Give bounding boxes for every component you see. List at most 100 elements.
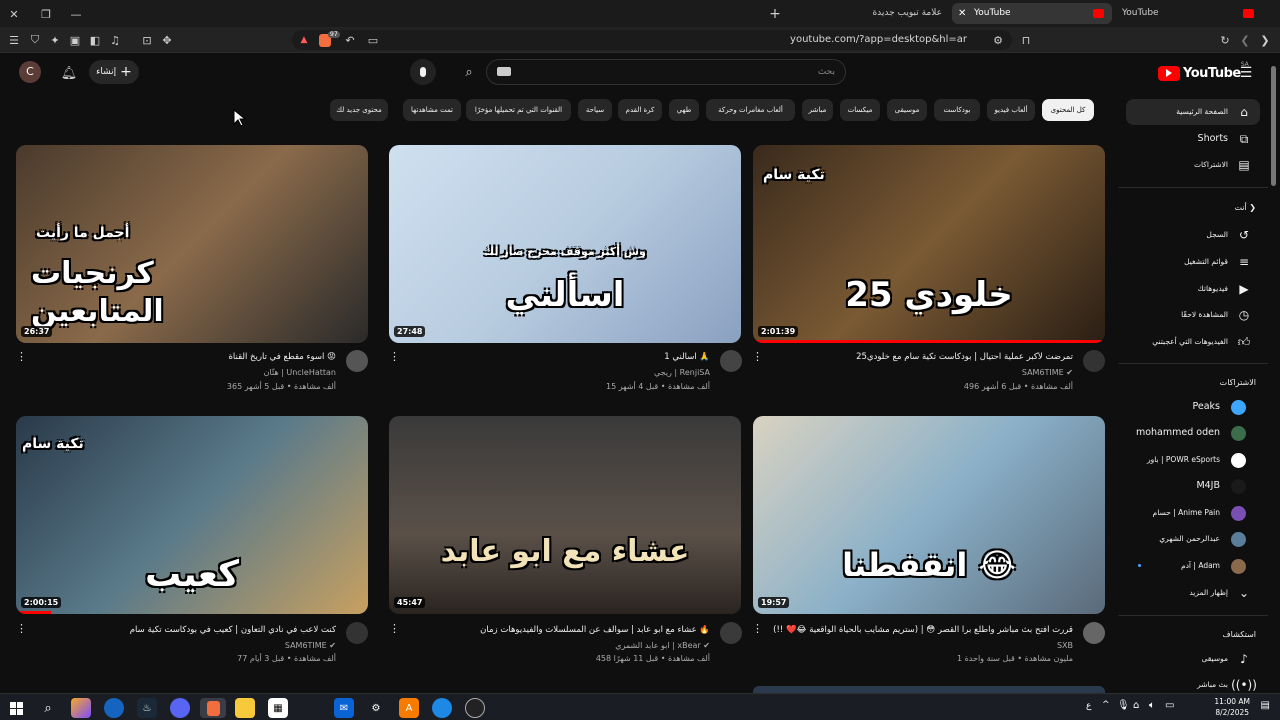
sidebar-icon[interactable]: ◧ — [87, 32, 103, 48]
chip-live[interactable]: مباشر — [802, 99, 833, 121]
chip-action-adventure-games[interactable]: ألعاب مغامرات وحركة — [706, 99, 795, 121]
video-title[interactable]: اسألني 1 🙏 — [410, 352, 710, 362]
bookmark-icon[interactable]: ⊓ — [1018, 32, 1034, 48]
chip-podcasts[interactable]: بودكاست — [934, 99, 980, 121]
settings-gear-icon[interactable]: ⚙ — [366, 698, 386, 718]
chip-tourism[interactable]: سياحة — [578, 99, 612, 121]
sidebar-sub-powr-esports[interactable]: باور | POWR eSports — [1126, 447, 1260, 473]
channel-name[interactable]: ابو عابد الشمري | xBear ✔ — [615, 641, 710, 650]
app-circle-icon[interactable] — [465, 698, 485, 718]
reload-icon[interactable]: ↻ — [1217, 32, 1233, 48]
video-thumbnail[interactable]: أجمل ما رأيت كرنجيات المتابعين 26:37 — [16, 145, 368, 343]
microphone-icon[interactable]: 🎙︎ — [1117, 700, 1130, 711]
notifications-bell-icon[interactable]: 🔔︎ — [60, 64, 78, 82]
chip-football[interactable]: كرة القدم — [618, 99, 662, 121]
channel-avatar[interactable] — [346, 622, 368, 644]
youtube-logo[interactable]: YouTube SA — [1158, 61, 1249, 82]
address-bar[interactable]: ▲ 97 ↶ ▭ youtube.com/?app=desktop&hl=ar … — [292, 30, 1012, 50]
network-icon[interactable]: ⌂ — [1133, 700, 1139, 711]
video-title[interactable]: عشاء مع ابو عابد | سوالف عن المسلسلات وا… — [390, 625, 710, 635]
more-options-icon[interactable]: ⋮ — [389, 622, 400, 635]
site-settings-icon[interactable]: ⚙ — [990, 32, 1006, 48]
sidebar-sub-anime-pain[interactable]: حسام | Anime Pain — [1126, 500, 1260, 526]
close-window-icon[interactable]: ✕ — [6, 6, 22, 22]
more-options-icon[interactable]: ⋮ — [389, 350, 400, 363]
sidebar-sub-adam[interactable]: آدم | Adam — [1126, 553, 1260, 579]
chip-all[interactable]: كل المحتوى — [1042, 99, 1094, 121]
video-thumbnail-partial[interactable] — [753, 686, 1105, 693]
chip-watched[interactable]: تمت مشاهدتها — [403, 99, 461, 121]
search-input[interactable]: بحث — [486, 59, 846, 85]
channel-avatar[interactable] — [1083, 622, 1105, 644]
channel-name[interactable]: SXB — [1057, 641, 1073, 650]
tab-youtube[interactable]: YouTube — [1114, 3, 1264, 24]
minimize-window-icon[interactable]: — — [68, 6, 84, 22]
channel-name[interactable]: ريجي | RenjiSA — [654, 368, 710, 377]
video-thumbnail[interactable]: وش أكثر موقف محرج صار لك اسألني 27:48 — [389, 145, 741, 343]
store-icon[interactable]: ▦ — [268, 698, 288, 718]
chip-mixes[interactable]: ميكسات — [840, 99, 880, 121]
chip-recently-uploaded[interactable]: القنوات التي تم تحميلها مؤخرًا — [466, 99, 571, 121]
file-explorer-icon[interactable] — [235, 698, 255, 718]
more-options-icon[interactable]: ⋮ — [16, 350, 27, 363]
windows-start-icon[interactable] — [6, 698, 26, 718]
sidebar-item-history[interactable]: ↺ السجل — [1126, 222, 1260, 248]
video-title[interactable]: تمرضت لأكبر عملية احتيال | بودكاست تكية … — [773, 352, 1073, 362]
sidebar-sub-m4jb[interactable]: M4JB — [1126, 473, 1260, 499]
url-text[interactable]: youtube.com/?app=desktop&hl=ar — [790, 30, 967, 50]
app-blue-icon[interactable] — [432, 698, 452, 718]
chip-music[interactable]: موسيقى — [887, 99, 927, 121]
tab-youtube-active[interactable]: ✕ YouTube — [952, 3, 1112, 24]
channel-avatar[interactable] — [720, 622, 742, 644]
discord-icon[interactable] — [170, 698, 190, 718]
video-thumbnail[interactable]: عشاء مع ابو عابد 45:47 — [389, 416, 741, 614]
avatar[interactable]: C — [19, 61, 41, 83]
outlook-icon[interactable]: ✉ — [334, 698, 354, 718]
forward-icon[interactable]: ❮ — [1237, 32, 1253, 48]
channel-avatar[interactable] — [1083, 350, 1105, 372]
sidebar-item-watch-later[interactable]: ◷ المشاهدة لاحقًا — [1126, 302, 1260, 328]
chip-video-games[interactable]: ألعاب فيديو — [987, 99, 1035, 121]
video-thumbnail[interactable]: تكية سام خلودي 25 2:01:39 — [753, 145, 1105, 343]
maximize-window-icon[interactable]: ❐ — [38, 6, 54, 22]
tabs-icon[interactable]: ▣ — [67, 32, 83, 48]
shield-icon[interactable]: ⛉ — [27, 32, 43, 48]
music-icon[interactable]: ♫ — [107, 32, 123, 48]
notifications-icon[interactable]: ▤ — [1261, 700, 1270, 711]
screenshot-icon[interactable]: ⊡ — [139, 32, 155, 48]
steam-icon[interactable]: ♨ — [137, 698, 157, 718]
sidebar-item-playlists[interactable]: ≡ قوائم التشغيل — [1126, 249, 1260, 275]
search-icon[interactable]: ⌕ — [460, 63, 478, 81]
warning-triangle-icon[interactable]: ▲ — [296, 32, 312, 48]
channel-avatar[interactable] — [346, 350, 368, 372]
sidebar-show-more[interactable]: ⌄ إظهار المزيد — [1126, 580, 1260, 606]
sidebar-item-shorts[interactable]: ⧉ Shorts — [1126, 126, 1260, 152]
channel-name[interactable]: SAM6TIME ✔ — [285, 641, 336, 650]
sidebar-item-your-videos[interactable]: ▶ فيديوهاتك — [1126, 276, 1260, 302]
channel-name[interactable]: هتّان | UncleHattan — [264, 368, 336, 377]
more-options-icon[interactable]: ⋮ — [752, 622, 763, 635]
new-tab-icon[interactable]: + — [767, 6, 783, 22]
voice-search-button[interactable] — [410, 59, 436, 85]
video-title[interactable]: اسوء مقطع في تاريخ القناة 😡 — [36, 352, 336, 362]
keyboard-icon[interactable] — [497, 67, 511, 76]
video-thumbnail[interactable]: تكية سام كعيب 2:00:15 — [16, 416, 368, 614]
sidebar-item-home[interactable]: ⌂ الصفحة الرئيسية — [1126, 99, 1260, 125]
more-options-icon[interactable]: ⋮ — [16, 622, 27, 635]
language-indicator[interactable]: ع — [1086, 701, 1091, 711]
puzzle-icon[interactable]: ✥ — [159, 32, 175, 48]
edge-icon[interactable] — [104, 698, 124, 718]
you-section-header[interactable]: أنت ❯ — [1234, 203, 1256, 212]
tab-new-tab[interactable]: علامة تبويب جديدة — [800, 3, 950, 24]
more-options-icon[interactable]: ⋮ — [752, 350, 763, 363]
tab-close-icon[interactable]: ✕ — [958, 3, 966, 24]
page-scrollbar[interactable] — [1271, 66, 1276, 186]
guide-menu-icon[interactable]: ☰ — [1237, 64, 1255, 82]
sidebar-item-subscriptions[interactable]: ▤ الاشتراكات — [1126, 152, 1260, 178]
channel-name[interactable]: SAM6TIME ✔ — [1022, 368, 1073, 377]
sidebar-sub-mohammed-oden[interactable]: mohammed oden — [1126, 420, 1260, 446]
video-title[interactable]: قررت افتح بث مباشر واطلع برا القصر 😳 | (… — [753, 625, 1073, 635]
create-button[interactable]: إنشاء + — [89, 60, 139, 84]
volume-icon[interactable]: 🔈︎ — [1149, 700, 1155, 711]
system-clock[interactable]: 11:00 AM 8/2/2025 — [1214, 696, 1250, 718]
